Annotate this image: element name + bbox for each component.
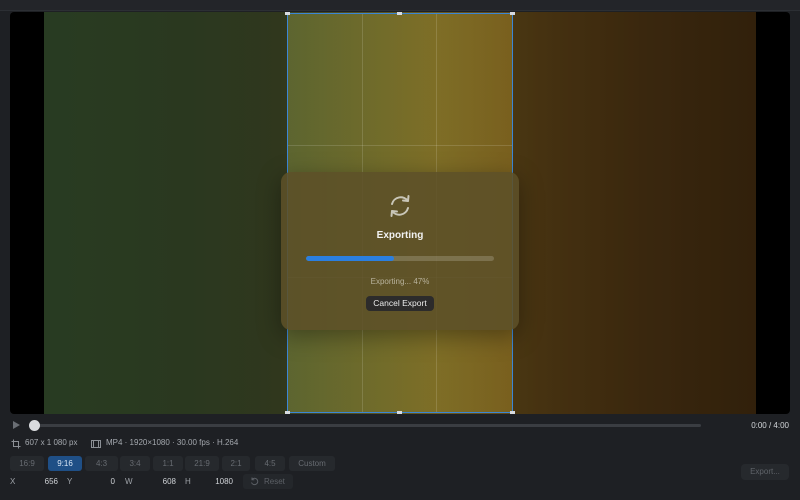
crop-mask-left xyxy=(44,12,287,414)
playhead-handle[interactable] xyxy=(29,420,40,431)
x-label: X xyxy=(10,477,16,486)
ratio-option[interactable]: 16:9 xyxy=(10,456,44,471)
reset-label: Reset xyxy=(264,477,285,486)
dialog-title: Exporting xyxy=(376,230,424,241)
crop-size-label: 607 x 1 080 px xyxy=(25,438,78,447)
ratio-option[interactable]: 21:9 xyxy=(185,456,219,471)
crop-handle-bottom-right[interactable] xyxy=(510,411,515,414)
export-button[interactable]: Export... xyxy=(741,464,789,480)
crop-handle-top-left[interactable] xyxy=(285,12,290,15)
film-icon xyxy=(91,440,101,448)
ratio-option[interactable]: 2:1 xyxy=(222,456,250,471)
w-label: W xyxy=(125,477,133,486)
reset-button[interactable]: Reset xyxy=(243,474,293,489)
crop-handle-bottom-left[interactable] xyxy=(285,411,290,414)
crop-handle-top-right[interactable] xyxy=(510,12,515,15)
export-progress-dialog: Exporting Exporting... 47% Cancel Export xyxy=(281,172,519,330)
progress-status-text: Exporting... 47% xyxy=(370,277,430,286)
ratio-option[interactable]: 3:4 xyxy=(120,456,150,471)
window-top-bar xyxy=(0,0,800,11)
w-value-field[interactable]: 608 xyxy=(148,477,176,486)
crop-handle-bottom[interactable] xyxy=(397,411,402,414)
crop-handle-top[interactable] xyxy=(397,12,402,15)
refresh-icon xyxy=(390,195,410,217)
play-icon[interactable] xyxy=(12,420,21,430)
y-value-field[interactable]: 0 xyxy=(90,477,115,486)
export-progress-bar xyxy=(306,256,494,261)
crop-grid-line xyxy=(288,145,512,147)
ratio-option[interactable]: 1:1 xyxy=(153,456,183,471)
y-label: Y xyxy=(67,477,73,486)
ratio-option-selected[interactable]: 9:16 xyxy=(48,456,82,471)
h-value-field[interactable]: 1080 xyxy=(205,477,233,486)
video-format-label: MP4 · 1920×1080 · 30.00 fps · H.264 xyxy=(106,438,239,447)
cancel-export-button[interactable]: Cancel Export xyxy=(366,296,434,311)
x-value-field[interactable]: 656 xyxy=(30,477,58,486)
progress-fill xyxy=(306,256,395,261)
reset-icon xyxy=(251,477,259,486)
timeline-scrubber[interactable] xyxy=(30,424,701,427)
ratio-option[interactable]: 4:3 xyxy=(85,456,118,471)
ratio-option[interactable]: 4:5 xyxy=(255,456,285,471)
crop-mask-right xyxy=(513,12,756,414)
h-label: H xyxy=(185,477,191,486)
crop-icon xyxy=(11,439,21,449)
timecode: 0:00 / 4:00 xyxy=(751,421,789,430)
ratio-option-custom[interactable]: Custom xyxy=(289,456,335,471)
